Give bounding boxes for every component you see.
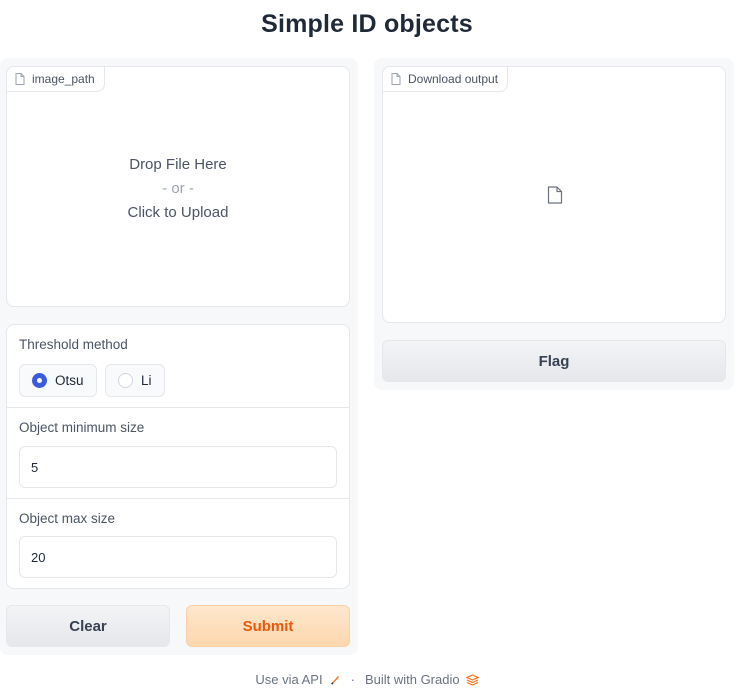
max-size-input[interactable]: 20 bbox=[19, 536, 337, 578]
upload-instructions: Drop File Here - or - Click to Upload bbox=[7, 153, 349, 225]
clear-button[interactable]: Clear bbox=[6, 605, 170, 647]
rocket-icon bbox=[330, 675, 339, 684]
radio-li-label: Li bbox=[141, 373, 152, 388]
parameters-form: Threshold method Otsu Li Object minimum … bbox=[6, 324, 350, 589]
left-column: image_path Drop File Here - or - Click t… bbox=[0, 58, 358, 655]
click-to-upload-text: Click to Upload bbox=[127, 204, 229, 221]
radio-checked-icon bbox=[32, 373, 47, 388]
divider bbox=[7, 498, 349, 499]
footer: Use via API · Built with Gradio bbox=[0, 672, 734, 687]
page-title: Simple ID objects bbox=[261, 10, 473, 38]
divider bbox=[7, 407, 349, 408]
drop-file-text: Drop File Here bbox=[129, 156, 227, 173]
radio-li[interactable]: Li bbox=[105, 364, 165, 397]
use-via-api-link[interactable]: Use via API bbox=[255, 672, 322, 687]
download-output-label-text: Download output bbox=[408, 72, 499, 86]
submit-button[interactable]: Submit bbox=[186, 605, 350, 647]
min-size-label: Object minimum size bbox=[19, 420, 145, 435]
file-icon bbox=[547, 186, 563, 204]
radio-otsu[interactable]: Otsu bbox=[19, 364, 97, 397]
image-path-label: image_path bbox=[6, 66, 105, 92]
threshold-method-label: Threshold method bbox=[19, 337, 128, 352]
right-column: Download output Flag bbox=[374, 58, 734, 390]
file-icon bbox=[15, 73, 25, 85]
download-output-panel: Download output bbox=[382, 66, 726, 323]
download-output-label: Download output bbox=[382, 66, 509, 92]
gradio-logo-icon bbox=[465, 673, 479, 686]
radio-unchecked-icon bbox=[118, 373, 133, 388]
max-size-label: Object max size bbox=[19, 511, 116, 526]
footer-separator: · bbox=[350, 672, 355, 687]
min-size-input[interactable]: 5 bbox=[19, 446, 337, 488]
or-text: - or - bbox=[162, 180, 194, 197]
built-with-gradio-link[interactable]: Built with Gradio bbox=[365, 672, 460, 687]
image-path-label-text: image_path bbox=[32, 72, 95, 86]
radio-otsu-label: Otsu bbox=[55, 373, 84, 388]
file-icon bbox=[391, 73, 401, 85]
flag-button[interactable]: Flag bbox=[382, 340, 726, 382]
image-upload-dropzone[interactable]: image_path Drop File Here - or - Click t… bbox=[6, 66, 350, 307]
